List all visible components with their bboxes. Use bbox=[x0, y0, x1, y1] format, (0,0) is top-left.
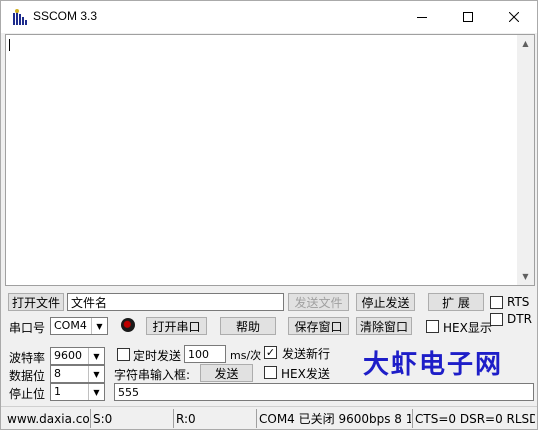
receive-textarea[interactable]: ▲ ▼ bbox=[5, 34, 535, 286]
window-title: SSCOM 3.3 bbox=[33, 9, 98, 23]
hex-display-label: HEX显示 bbox=[443, 321, 492, 335]
close-button[interactable] bbox=[491, 1, 537, 33]
help-button[interactable]: 帮助 bbox=[220, 317, 276, 335]
status-site: www.daxia.com bbox=[7, 411, 89, 426]
databits-value: 8 bbox=[54, 367, 61, 380]
rts-checkbox[interactable] bbox=[490, 296, 503, 309]
stopbits-value: 1 bbox=[54, 385, 61, 398]
hex-send-label: HEX发送 bbox=[281, 367, 330, 381]
databits-label: 数据位 bbox=[9, 369, 46, 383]
hex-send-checkbox[interactable] bbox=[264, 366, 277, 379]
minimize-icon bbox=[417, 17, 427, 18]
databits-select[interactable]: 8 ▼ bbox=[50, 365, 105, 383]
close-icon bbox=[509, 12, 519, 22]
send-newline-label: 发送新行 bbox=[282, 347, 331, 361]
status-received: R:0 bbox=[173, 409, 255, 428]
interval-input[interactable]: 100 bbox=[184, 345, 226, 363]
check-icon: ✓ bbox=[265, 346, 276, 359]
clear-window-button[interactable]: 清除窗口 bbox=[356, 317, 412, 335]
port-status-led bbox=[121, 318, 135, 332]
stopbits-label: 停止位 bbox=[9, 387, 46, 401]
timed-send-label: 定时发送 bbox=[133, 349, 182, 363]
maximize-button[interactable] bbox=[445, 1, 491, 33]
receive-scrollbar[interactable]: ▲ ▼ bbox=[517, 35, 534, 285]
baud-label: 波特率 bbox=[9, 351, 46, 365]
dtr-checkbox[interactable] bbox=[490, 313, 503, 326]
status-port-state: COM4 已关闭 9600bps 8 1 无校验 bbox=[256, 409, 411, 428]
baud-select[interactable]: 9600 ▼ bbox=[50, 347, 105, 365]
chevron-down-icon: ▼ bbox=[91, 318, 107, 334]
stop-send-button[interactable]: 停止发送 bbox=[356, 293, 415, 311]
status-sent: S:0 bbox=[90, 409, 172, 428]
chevron-down-icon: ▼ bbox=[88, 366, 104, 382]
send-newline-checkbox[interactable]: ✓ bbox=[264, 346, 277, 359]
maximize-icon bbox=[463, 12, 473, 22]
open-port-button[interactable]: 打开串口 bbox=[146, 317, 207, 335]
minimize-button[interactable] bbox=[399, 1, 445, 33]
text-caret bbox=[9, 39, 10, 51]
dtr-label: DTR bbox=[507, 312, 532, 326]
app-icon bbox=[13, 9, 27, 25]
open-file-button[interactable]: 打开文件 bbox=[8, 293, 64, 311]
send-button[interactable]: 发送 bbox=[200, 364, 253, 382]
title-bar: SSCOM 3.3 bbox=[1, 1, 537, 33]
send-file-button[interactable]: 发送文件 bbox=[288, 293, 349, 311]
send-text-input[interactable]: 555 bbox=[114, 383, 534, 401]
chevron-down-icon: ▼ bbox=[88, 348, 104, 364]
stopbits-select[interactable]: 1 ▼ bbox=[50, 383, 105, 401]
port-value: COM4 bbox=[54, 319, 87, 332]
expand-button[interactable]: 扩 展 bbox=[428, 293, 484, 311]
sscom-window: SSCOM 3.3 ▲ ▼ 打开文件 文件名 发送文件 停止发送 扩 展 RTS… bbox=[0, 0, 538, 430]
save-window-button[interactable]: 保存窗口 bbox=[288, 317, 349, 335]
interval-unit-label: ms/次 bbox=[230, 349, 262, 362]
input-label: 字符串输入框: bbox=[114, 368, 191, 382]
daxia-banner: 大虾电子网 bbox=[362, 349, 503, 380]
baud-value: 9600 bbox=[54, 349, 82, 362]
scroll-up-icon[interactable]: ▲ bbox=[517, 35, 534, 52]
rts-label: RTS bbox=[507, 295, 530, 309]
file-name-input[interactable]: 文件名 bbox=[67, 293, 284, 311]
status-lines: CTS=0 DSR=0 RLSD=0 bbox=[412, 409, 535, 428]
chevron-down-icon: ▼ bbox=[88, 384, 104, 400]
port-label: 串口号 bbox=[9, 321, 46, 335]
hex-display-checkbox[interactable] bbox=[426, 320, 439, 333]
port-select[interactable]: COM4 ▼ bbox=[50, 317, 108, 335]
scroll-down-icon[interactable]: ▼ bbox=[517, 268, 534, 285]
timed-send-checkbox[interactable] bbox=[117, 348, 130, 361]
status-bar: www.daxia.com S:0 R:0 COM4 已关闭 9600bps 8… bbox=[1, 406, 537, 429]
